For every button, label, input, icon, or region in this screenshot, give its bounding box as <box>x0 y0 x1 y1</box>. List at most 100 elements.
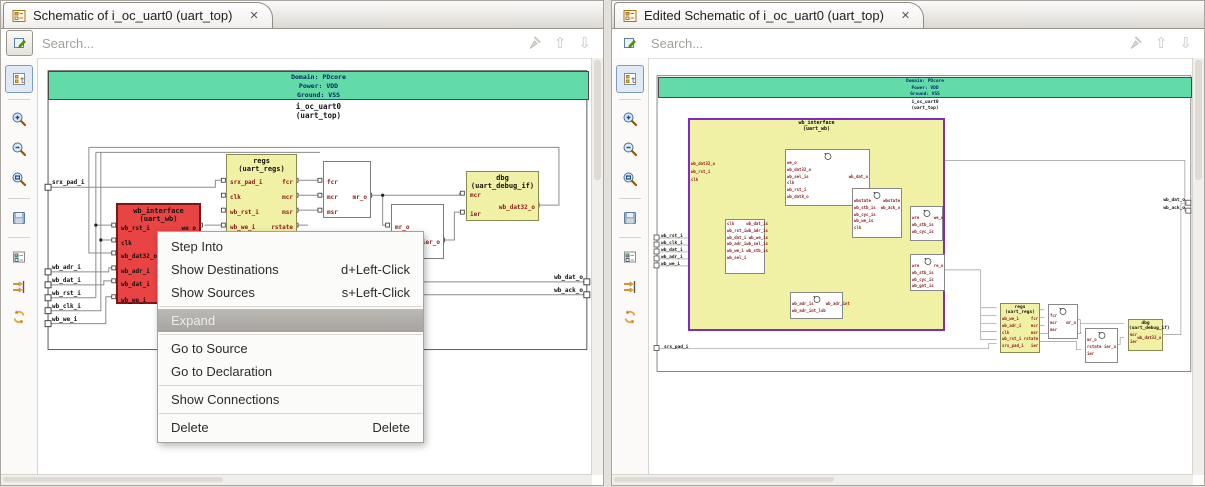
zoom-in-button[interactable] <box>6 106 32 132</box>
save-button[interactable] <box>617 205 643 231</box>
find-previous-icon[interactable]: ⇧ <box>1155 36 1168 51</box>
search-input[interactable] <box>33 34 526 52</box>
toggle-instance-names-button[interactable]: t <box>5 65 33 93</box>
clear-search-icon[interactable] <box>1127 35 1143 51</box>
vertical-scrollbar[interactable] <box>1192 58 1204 475</box>
sub-block-sync[interactable]: clk wb_rst_i wb_dat_i wb_adr_i wb_we_i wb_sel… <box>725 219 768 274</box>
scrollbar-thumb[interactable] <box>3 477 223 482</box>
domain-label: Domain: PDcore <box>291 73 346 81</box>
port-label: mcr <box>470 192 481 199</box>
zoom-out-button[interactable] <box>617 136 643 162</box>
refresh-icon <box>624 310 636 324</box>
find-previous-icon[interactable]: ⇧ <box>554 36 567 51</box>
block-name: regs <box>253 157 270 165</box>
menu-separator <box>159 413 422 414</box>
sub-block-adr[interactable]: wb_adr_is wb_adr_int_lsb wb_adr_int <box>790 292 850 319</box>
menu-item-step-into[interactable]: Step Into <box>158 235 423 258</box>
menu-item-go-to-source[interactable]: Go to Source <box>158 337 423 360</box>
tab-title: Edited Schematic of i_oc_uart0 (uart_top… <box>644 8 884 23</box>
scrollbar-thumb[interactable] <box>594 60 601 180</box>
port-label: rstate <box>271 224 293 231</box>
menu-item-expand[interactable]: Expand <box>158 309 423 332</box>
input-pin-label: wb_rst_i <box>52 290 81 297</box>
toggle-instance-names-button[interactable]: t <box>616 65 644 93</box>
annotate-icon <box>13 38 26 48</box>
clear-search-icon[interactable] <box>526 35 542 51</box>
zoom-out-button[interactable] <box>6 136 32 162</box>
annotate-button[interactable] <box>6 30 33 56</box>
port-label: wb_we_i <box>121 297 147 304</box>
refresh-button[interactable] <box>6 304 32 330</box>
toolbar-separator <box>619 237 641 238</box>
input-pin-label: wb_clk_i <box>661 241 683 246</box>
block-dbg[interactable]: dbg (uart_debug_if) mcr ier wb_dat32_o <box>1128 319 1170 351</box>
menu-item-go-to-declaration[interactable]: Go to Declaration <box>158 360 423 383</box>
show-port-connections-button[interactable] <box>6 274 32 300</box>
tab-edited-schematic[interactable]: Edited Schematic of i_oc_uart0 (uart_top… <box>614 2 925 28</box>
sub-block-we[interactable]: wre wb_stb_is wb_cyc_is we_o <box>910 206 943 241</box>
sub-block-state[interactable]: wbstate wb_stb_is wb_cyc_is wb_we_is clk wbs… <box>852 188 902 238</box>
zoom-fit-button[interactable] <box>617 166 643 192</box>
block-process-1[interactable]: fcr mcr msr mr_o <box>323 161 371 218</box>
port-label: ier_o <box>421 239 440 246</box>
find-next-icon[interactable]: ⇩ <box>1179 36 1192 51</box>
menu-item-show-sources[interactable]: Show Sources s+Left-Click <box>158 281 423 304</box>
zoom-fit-button[interactable] <box>6 166 32 192</box>
menu-item-show-destinations[interactable]: Show Destinations d+Left-Click <box>158 258 423 281</box>
menu-item-show-connections[interactable]: Show Connections <box>158 388 423 411</box>
zoom-in-button[interactable] <box>617 106 643 132</box>
input-pin-label: srx_pad_i <box>664 345 689 350</box>
port-label: wb_rst_i <box>121 225 150 232</box>
app-window: { "colors": { "header_green": "#62DBA9",… <box>0 0 1205 487</box>
input-pin-label: srx_pad_i <box>52 179 85 186</box>
block-process-b[interactable]: mr_o rstate ier ier_o <box>1085 328 1118 363</box>
show-port-connections-button[interactable] <box>617 274 643 300</box>
tab-close-icon[interactable]: ✕ <box>246 9 261 22</box>
sub-block-re[interactable]: wre wb_stb_is wb_cyc_is wb_gnt_is re_o <box>910 254 945 291</box>
vertical-scrollbar[interactable] <box>591 58 603 475</box>
port-label: mr_o <box>352 194 367 201</box>
block-regs[interactable]: regs (uart_regs) wb_we_i wb_adr_i clk wb_rst… <box>1000 303 1040 353</box>
search-toolbar: ⇧ ⇩ <box>1 28 603 59</box>
svg-text:t: t <box>20 76 25 85</box>
menu-shortcut: s+Left-Click <box>341 285 410 300</box>
tab-schematic[interactable]: Schematic of i_oc_uart0 (uart_top) ✕ <box>3 2 273 28</box>
ground-label: Ground: VSS <box>910 92 940 97</box>
side-toolbar: t <box>612 58 649 475</box>
input-pin-label: wb_we_i <box>52 316 78 323</box>
search-actions: ⇧ ⇩ <box>1127 35 1192 51</box>
port-label: wb_adr_i <box>121 268 150 275</box>
find-next-icon[interactable]: ⇩ <box>578 36 591 51</box>
tab-close-icon[interactable]: ✕ <box>898 9 913 22</box>
search-input[interactable] <box>642 34 1127 52</box>
process-icon <box>812 296 820 303</box>
block-module: (uart_debug_if) <box>470 182 535 190</box>
horizontal-scrollbar[interactable] <box>612 474 1193 485</box>
editor-tabbar: Schematic of i_oc_uart0 (uart_top) ✕ <box>1 1 603 29</box>
port-label: fcr <box>327 179 338 186</box>
zoom-in-icon <box>623 112 638 127</box>
input-pin-label: wb_adr_i <box>52 264 81 271</box>
filter-options-icon <box>13 251 25 263</box>
block-dbg[interactable]: dbg (uart_debug_if) mcr ier wb_dat32_o <box>466 171 539 221</box>
menu-separator <box>159 385 422 386</box>
top-instance-label: i_oc_uart0 (uart_top) <box>911 100 939 111</box>
annotate-button[interactable] <box>617 31 642 55</box>
scrollbar-thumb[interactable] <box>614 477 834 482</box>
toggle-instance-names-icon: t <box>624 73 636 85</box>
schematic-tab-icon <box>12 9 26 22</box>
schematic-tab-icon <box>623 9 637 22</box>
side-toolbar: t <box>1 58 38 475</box>
refresh-button[interactable] <box>617 304 643 330</box>
filter-options-button[interactable] <box>6 244 32 270</box>
port-label: clk <box>121 240 132 247</box>
save-button[interactable] <box>6 205 32 231</box>
block-process-a[interactable]: fcr mcr msr mr_o <box>1048 304 1078 339</box>
tab-title: Schematic of i_oc_uart0 (uart_top) <box>33 8 233 23</box>
input-pin-label: wb_clk_i <box>52 303 81 310</box>
horizontal-scrollbar[interactable] <box>1 474 592 485</box>
filter-options-button[interactable] <box>617 244 643 270</box>
block-regs[interactable]: regs (uart_regs) srx_pad_i clk wb_rst_i w… <box>226 154 297 234</box>
menu-item-delete[interactable]: Delete Delete <box>158 416 423 439</box>
scrollbar-thumb[interactable] <box>1195 60 1202 180</box>
